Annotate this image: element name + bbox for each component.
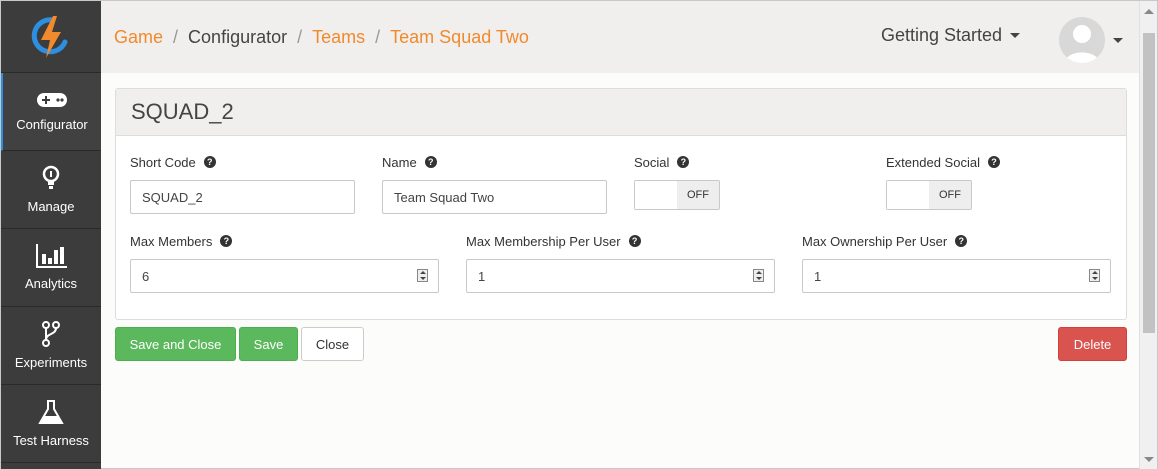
breadcrumb-separator: / [375,26,381,47]
save-button[interactable]: Save [239,327,298,361]
sidebar-item-manage[interactable]: Manage [1,151,101,229]
sidebar-item-experiments[interactable]: Experiments [1,307,101,385]
extended-social-group: Extended Social ? OFF [886,154,1086,210]
sidebar-item-analytics[interactable]: Analytics [1,229,101,307]
scroll-down-icon[interactable] [1144,457,1154,462]
name-input[interactable]: Team Squad Two [382,180,607,214]
breadcrumb-configurator: Configurator [188,26,288,47]
max-membership-input[interactable]: 1 [466,259,775,293]
name-label: Name ? [382,154,607,170]
toggle-state: OFF [929,181,971,209]
team-form-panel: SQUAD_2 Short Code ? SQUAD_2 Name ? Team… [115,88,1127,320]
stepper-icon[interactable] [417,269,428,282]
breadcrumb-teams[interactable]: Teams [312,27,365,48]
short-code-group: Short Code ? SQUAD_2 [130,154,355,214]
user-silhouette-icon [1065,25,1099,63]
toggle-state: OFF [677,181,719,209]
toggle-knob [887,181,929,209]
branch-icon [42,321,60,347]
bar-chart-icon [36,244,67,268]
breadcrumb-separator: / [297,26,303,47]
breadcrumb-game[interactable]: Game [114,27,163,48]
max-ownership-group: Max Ownership Per User ? 1 [802,233,1111,293]
max-members-group: Max Members ? 6 [130,233,439,293]
max-membership-group: Max Membership Per User ? 1 [466,233,775,293]
app-logo[interactable] [1,1,101,73]
help-icon[interactable]: ? [987,156,1000,168]
save-and-close-button[interactable]: Save and Close [115,327,236,361]
max-ownership-label: Max Ownership Per User ? [802,233,1111,249]
max-members-label: Max Members ? [130,233,439,249]
social-group: Social ? OFF [634,154,834,210]
breadcrumb: Game / Configurator / Teams / Team Squad… [101,27,529,48]
sidebar-item-test-harness[interactable]: Test Harness [1,385,101,463]
extended-social-label: Extended Social ? [886,154,1086,170]
chevron-down-icon [1010,33,1021,38]
help-icon[interactable]: ? [203,156,216,168]
breadcrumb-team-squad-two[interactable]: Team Squad Two [390,27,529,48]
extended-social-toggle[interactable]: OFF [886,180,972,210]
sidebar-item-label: Manage [27,199,75,214]
name-label-text: Name [382,154,417,170]
vertical-scrollbar[interactable] [1139,1,1157,469]
user-menu[interactable] [1059,17,1123,63]
toggle-knob [635,181,677,209]
gamepad-icon [37,93,67,107]
breadcrumb-separator: / [173,26,179,47]
close-button[interactable]: Close [301,327,364,361]
help-icon[interactable]: ? [424,156,437,168]
help-icon[interactable]: ? [628,235,641,247]
delete-button[interactable]: Delete [1058,327,1127,361]
max-membership-label: Max Membership Per User ? [466,233,775,249]
max-ownership-input[interactable]: 1 [802,259,1111,293]
flask-icon [38,400,64,424]
getting-started-dropdown[interactable]: Getting Started [881,25,1021,46]
extended-social-label-text: Extended Social [886,154,980,170]
top-bar: Game / Configurator / Teams / Team Squad… [101,1,1139,73]
sidebar-item-label: Experiments [14,355,88,370]
max-members-input[interactable]: 6 [130,259,439,293]
social-toggle[interactable]: OFF [634,180,720,210]
short-code-label: Short Code ? [130,154,355,170]
avatar [1059,17,1105,63]
name-group: Name ? Team Squad Two [382,154,607,214]
lightning-logo-icon [31,15,68,58]
scroll-thumb[interactable] [1143,33,1155,333]
help-icon[interactable]: ? [955,235,968,247]
sidebar: Configurator Manage Analytics Experiment… [1,1,101,469]
getting-started-label: Getting Started [881,25,1003,45]
social-label-text: Social [634,154,670,170]
sidebar-item-label: Test Harness [13,433,89,448]
scroll-up-icon[interactable] [1144,9,1154,14]
social-label: Social ? [634,154,834,170]
stepper-icon[interactable] [1089,269,1100,282]
stepper-icon[interactable] [753,269,764,282]
max-membership-label-text: Max Membership Per User [466,233,621,249]
max-members-label-text: Max Members [130,233,213,249]
max-ownership-label-text: Max Ownership Per User [802,233,948,249]
sidebar-item-label: Analytics [24,276,78,291]
panel-title: SQUAD_2 [116,89,1126,136]
sidebar-item-configurator[interactable]: Configurator [1,73,101,151]
help-icon[interactable]: ? [220,235,233,247]
short-code-label-text: Short Code [130,154,196,170]
help-icon[interactable]: ? [677,156,690,168]
lightbulb-icon [42,165,60,189]
sidebar-item-label: Configurator [16,117,88,132]
chevron-down-icon [1113,37,1123,43]
short-code-input[interactable]: SQUAD_2 [130,180,355,214]
